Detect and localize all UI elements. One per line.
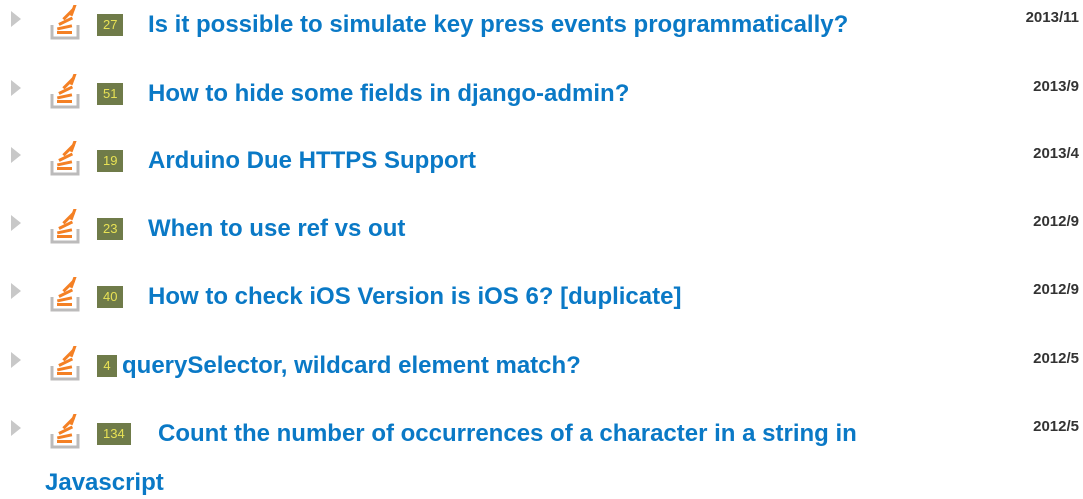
expand-arrow-icon[interactable] — [11, 215, 21, 231]
score-badge: 19 — [97, 150, 124, 172]
question-date: 2013/9 — [1033, 78, 1079, 95]
score-badge: 23 — [97, 218, 124, 240]
question-row: 134 Count the number of occurrences of a… — [0, 409, 1083, 496]
question-date: 2012/9 — [1033, 213, 1079, 230]
question-row: 40 How to check iOS Version is iOS 6? [d… — [0, 272, 1083, 332]
expand-arrow-icon[interactable] — [11, 147, 21, 163]
question-row: 19 Arduino Due HTTPS Support 2013/4 — [0, 136, 1083, 196]
question-row: 23 When to use ref vs out 2012/9 — [0, 204, 1083, 264]
stackoverflow-icon — [50, 209, 80, 244]
question-date: 2012/5 — [1033, 418, 1079, 435]
question-title-link-continued[interactable]: Javascript — [45, 467, 164, 499]
score-badge: 134 — [97, 423, 131, 445]
question-title-link[interactable]: When to use ref vs out — [148, 213, 405, 245]
question-row: 27 Is it possible to simulate key press … — [0, 0, 1083, 60]
question-title-link[interactable]: How to hide some fields in django-admin? — [148, 78, 629, 110]
question-row: 51 How to hide some fields in django-adm… — [0, 69, 1083, 129]
question-date: 2012/5 — [1033, 350, 1079, 367]
question-date: 2013/4 — [1033, 145, 1079, 162]
stackoverflow-icon — [50, 74, 80, 109]
stackoverflow-icon — [50, 141, 80, 176]
question-title-link[interactable]: Count the number of occurrences of a cha… — [158, 418, 857, 450]
question-date: 2013/11 — [1025, 9, 1079, 26]
question-row: 4 querySelector, wildcard element match?… — [0, 341, 1083, 401]
question-title-link[interactable]: Arduino Due HTTPS Support — [148, 145, 476, 177]
score-badge: 40 — [97, 286, 124, 308]
stackoverflow-icon — [50, 277, 80, 312]
expand-arrow-icon[interactable] — [11, 11, 21, 27]
stackoverflow-icon — [50, 5, 80, 40]
stackoverflow-icon — [50, 414, 80, 449]
question-title-link[interactable]: Is it possible to simulate key press eve… — [148, 9, 848, 41]
score-badge: 27 — [97, 14, 124, 36]
stackoverflow-icon — [50, 346, 80, 381]
expand-arrow-icon[interactable] — [11, 283, 21, 299]
expand-arrow-icon[interactable] — [11, 420, 21, 436]
question-date: 2012/9 — [1033, 281, 1079, 298]
question-title-link[interactable]: How to check iOS Version is iOS 6? [dupl… — [148, 281, 681, 313]
question-title-link[interactable]: querySelector, wildcard element match? — [122, 350, 581, 382]
expand-arrow-icon[interactable] — [11, 352, 21, 368]
score-badge: 4 — [97, 355, 117, 377]
score-badge: 51 — [97, 83, 124, 105]
expand-arrow-icon[interactable] — [11, 80, 21, 96]
